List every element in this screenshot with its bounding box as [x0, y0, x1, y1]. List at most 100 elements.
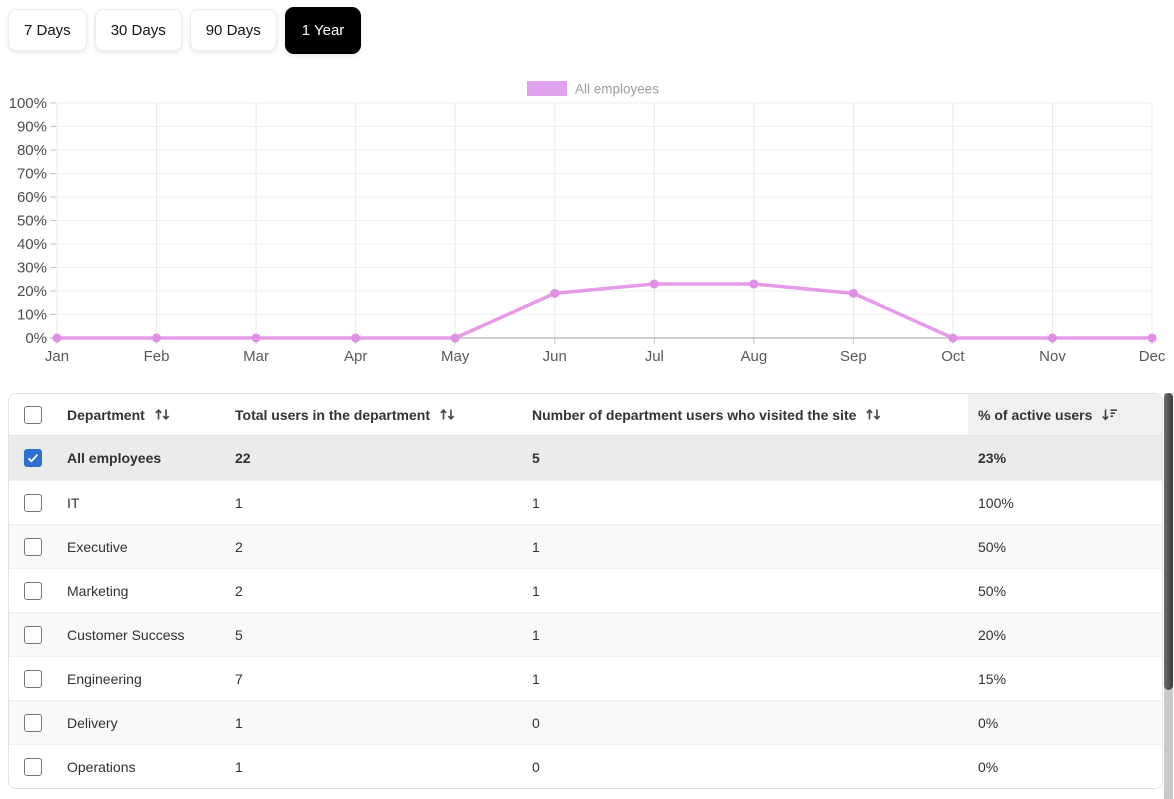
- time-filter-1-year[interactable]: 1 Year: [285, 7, 362, 54]
- vertical-scrollbar[interactable]: [1164, 393, 1173, 799]
- visited-users-cell: 1: [522, 525, 968, 568]
- departments-table: Department Total users in the department N…: [8, 393, 1163, 789]
- active-percent-cell: 0%: [968, 701, 1162, 744]
- table-row-executive[interactable]: Executive2150%: [9, 524, 1162, 568]
- table-header-row: Department Total users in the department N…: [9, 394, 1162, 436]
- row-checkbox[interactable]: [24, 626, 42, 644]
- x-axis-tick-label: Oct: [941, 348, 965, 365]
- chart-axis-labels: 0%10%20%30%40%50%60%70%80%90%100%JanFebM…: [9, 95, 1166, 365]
- visited-users-cell: 0: [522, 701, 968, 744]
- row-select-cell: [9, 436, 57, 480]
- scrollbar-thumb[interactable]: [1164, 393, 1173, 690]
- total-users-cell: 2: [225, 569, 522, 612]
- active-percent-cell: 23%: [968, 436, 1162, 480]
- line-chart: 0%10%20%30%40%50%60%70%80%90%100%JanFebM…: [0, 70, 1174, 370]
- department-cell: All employees: [57, 436, 225, 480]
- data-point: [550, 289, 559, 298]
- column-header-number-of-department-users-who-visited-the-site[interactable]: Number of department users who visited t…: [522, 394, 968, 435]
- time-filter-30-days[interactable]: 30 Days: [95, 9, 182, 51]
- active-percent-cell: 50%: [968, 525, 1162, 568]
- row-select-cell: [9, 569, 57, 612]
- time-filter-90-days[interactable]: 90 Days: [190, 9, 277, 51]
- x-axis-tick-label: Nov: [1039, 348, 1066, 365]
- table-row-marketing[interactable]: Marketing2150%: [9, 568, 1162, 612]
- column-header-label: Number of department users who visited t…: [532, 407, 856, 423]
- sort-updown-icon: [865, 407, 882, 422]
- active-percent-cell: 15%: [968, 657, 1162, 700]
- time-filter-7-days[interactable]: 7 Days: [8, 9, 87, 51]
- y-axis-tick-label: 0%: [25, 330, 47, 347]
- chart-gridlines: [50, 103, 1152, 344]
- column-header-label: Department: [67, 407, 145, 423]
- row-checkbox[interactable]: [24, 494, 42, 512]
- y-axis-tick-label: 20%: [17, 283, 47, 300]
- legend-label: All employees: [575, 82, 659, 97]
- visited-users-cell: 1: [522, 481, 968, 524]
- row-checkbox[interactable]: [24, 714, 42, 732]
- row-select-cell: [9, 701, 57, 744]
- table-row-engineering[interactable]: Engineering7115%: [9, 656, 1162, 700]
- table-row-delivery[interactable]: Delivery100%: [9, 700, 1162, 744]
- table-row-all-employees[interactable]: All employees22523%: [9, 436, 1162, 480]
- x-axis-tick-label: Aug: [740, 348, 767, 365]
- data-point: [53, 334, 62, 343]
- checkmark-icon: [27, 453, 39, 463]
- active-percent-cell: 50%: [968, 569, 1162, 612]
- x-axis-tick-label: Mar: [243, 348, 269, 365]
- x-axis-tick-label: Jun: [543, 348, 567, 365]
- table-row-it[interactable]: IT11100%: [9, 480, 1162, 524]
- active-percent-cell: 0%: [968, 745, 1162, 788]
- data-point: [749, 279, 758, 288]
- row-select-cell: [9, 481, 57, 524]
- row-checkbox[interactable]: [24, 538, 42, 556]
- sort-descending-icon: [1101, 407, 1118, 422]
- y-axis-tick-label: 30%: [17, 260, 47, 277]
- x-axis-tick-label: Sep: [840, 348, 867, 365]
- row-checkbox[interactable]: [24, 670, 42, 688]
- column-header-department[interactable]: Department: [57, 394, 225, 435]
- data-point: [849, 289, 858, 298]
- row-checkbox[interactable]: [24, 758, 42, 776]
- select-all-checkbox[interactable]: [24, 406, 42, 424]
- department-cell: Marketing: [57, 569, 225, 612]
- x-axis-tick-label: Dec: [1139, 348, 1166, 365]
- legend-swatch: [527, 81, 567, 96]
- y-axis-tick-label: 70%: [17, 166, 47, 183]
- table-row-customer-success[interactable]: Customer Success5120%: [9, 612, 1162, 656]
- y-axis-tick-label: 50%: [17, 213, 47, 230]
- column-header-of-active-users[interactable]: % of active users: [968, 394, 1162, 435]
- total-users-cell: 1: [225, 481, 522, 524]
- x-axis-tick-label: Apr: [344, 348, 367, 365]
- data-point: [1148, 334, 1157, 343]
- data-point: [152, 334, 161, 343]
- x-axis-tick-label: Jan: [45, 348, 69, 365]
- column-header-total-users-in-the-department[interactable]: Total users in the department: [225, 394, 522, 435]
- data-point: [948, 334, 957, 343]
- y-axis-tick-label: 80%: [17, 142, 47, 159]
- total-users-cell: 7: [225, 657, 522, 700]
- column-header-label: Total users in the department: [235, 407, 430, 423]
- y-axis-tick-label: 100%: [9, 95, 47, 112]
- department-cell: Customer Success: [57, 613, 225, 656]
- row-select-cell: [9, 613, 57, 656]
- table-row-operations[interactable]: Operations100%: [9, 744, 1162, 788]
- y-axis-tick-label: 40%: [17, 236, 47, 253]
- data-point: [351, 334, 360, 343]
- site-usage-analytics-page: 7 Days30 Days90 Days1 Year 0%10%20%30%40…: [0, 0, 1174, 799]
- chart-legend: All employees: [527, 81, 659, 97]
- row-checkbox-checked[interactable]: [24, 449, 42, 467]
- data-point: [451, 334, 460, 343]
- row-checkbox[interactable]: [24, 582, 42, 600]
- y-axis-tick-label: 10%: [17, 307, 47, 324]
- visited-users-cell: 5: [522, 436, 968, 480]
- total-users-cell: 5: [225, 613, 522, 656]
- table-body: All employees22523%IT11100%Executive2150…: [9, 436, 1162, 788]
- x-axis-tick-label: Feb: [144, 348, 170, 365]
- visited-users-cell: 0: [522, 745, 968, 788]
- x-axis-tick-label: Jul: [645, 348, 664, 365]
- visited-users-cell: 1: [522, 657, 968, 700]
- row-select-cell: [9, 525, 57, 568]
- total-users-cell: 1: [225, 745, 522, 788]
- row-select-cell: [9, 657, 57, 700]
- sort-updown-icon: [154, 407, 171, 422]
